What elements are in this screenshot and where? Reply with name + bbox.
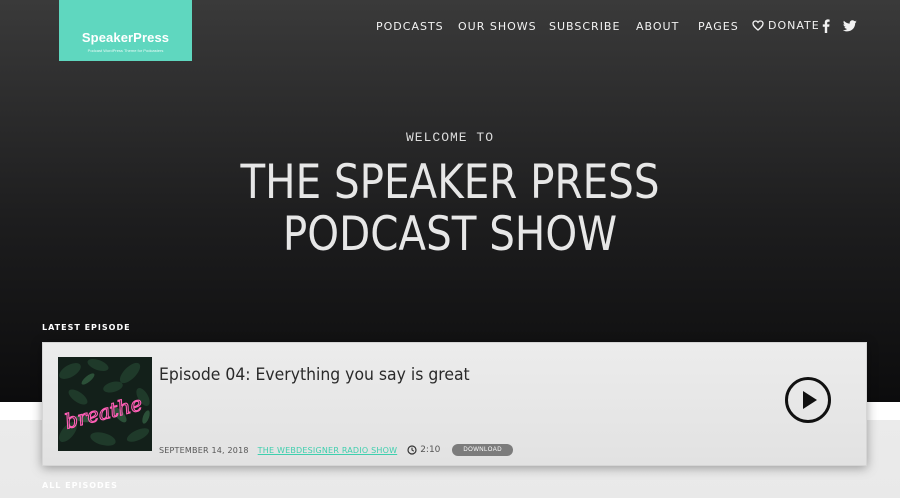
latest-episode-label: LATEST EPISODE	[42, 323, 131, 332]
facebook-icon	[822, 19, 830, 33]
site-logo[interactable]: SpeakerPress Podcast WordPress Theme for…	[59, 0, 192, 61]
welcome-text: WELCOME TO	[405, 130, 494, 145]
logo-name: SpeakerPress	[81, 30, 170, 45]
play-button[interactable]	[784, 376, 832, 424]
episode-show-link[interactable]: THE WEBDESIGNER RADIO SHOW	[258, 446, 398, 455]
twitter-icon	[842, 20, 857, 32]
nav-our-shows[interactable]: OUR SHOWS	[458, 20, 537, 33]
nav-subscribe[interactable]: SUBSCRIBE	[549, 20, 620, 33]
episode-artwork[interactable]: breathe	[58, 357, 152, 451]
heart-icon	[752, 20, 764, 31]
logo-tagline: Podcast WordPress Theme for Podcasters	[87, 48, 164, 53]
twitter-link[interactable]	[842, 19, 857, 37]
artwork-image: breathe	[58, 357, 152, 451]
donate-link[interactable]: DONATE	[752, 19, 820, 32]
donate-label: DONATE	[768, 19, 820, 32]
episode-title[interactable]: Episode 04: Everything you say is great	[159, 365, 470, 385]
download-button[interactable]: DOWNLOAD	[452, 444, 513, 456]
facebook-link[interactable]	[822, 19, 830, 38]
nav-podcasts[interactable]: PODCASTS	[376, 20, 444, 33]
hero-title-line1: THE SPEAKER PRESS	[240, 155, 660, 210]
duration-value: 2:10	[420, 445, 441, 455]
all-episodes-label: ALL EPISODES	[42, 481, 118, 490]
episode-date: SEPTEMBER 14, 2018	[159, 445, 249, 455]
hero-title-line2: PODCAST SHOW	[282, 207, 618, 262]
clock-icon	[407, 445, 417, 455]
play-icon	[785, 377, 831, 423]
nav-about[interactable]: ABOUT	[636, 20, 679, 33]
latest-episode-card: breathe Episode 04: Everything you say i…	[42, 342, 867, 466]
episode-meta: SEPTEMBER 14, 2018 THE WEBDESIGNER RADIO…	[159, 443, 513, 457]
nav-pages[interactable]: PAGES	[698, 20, 739, 33]
episode-duration: 2:10	[407, 445, 440, 455]
